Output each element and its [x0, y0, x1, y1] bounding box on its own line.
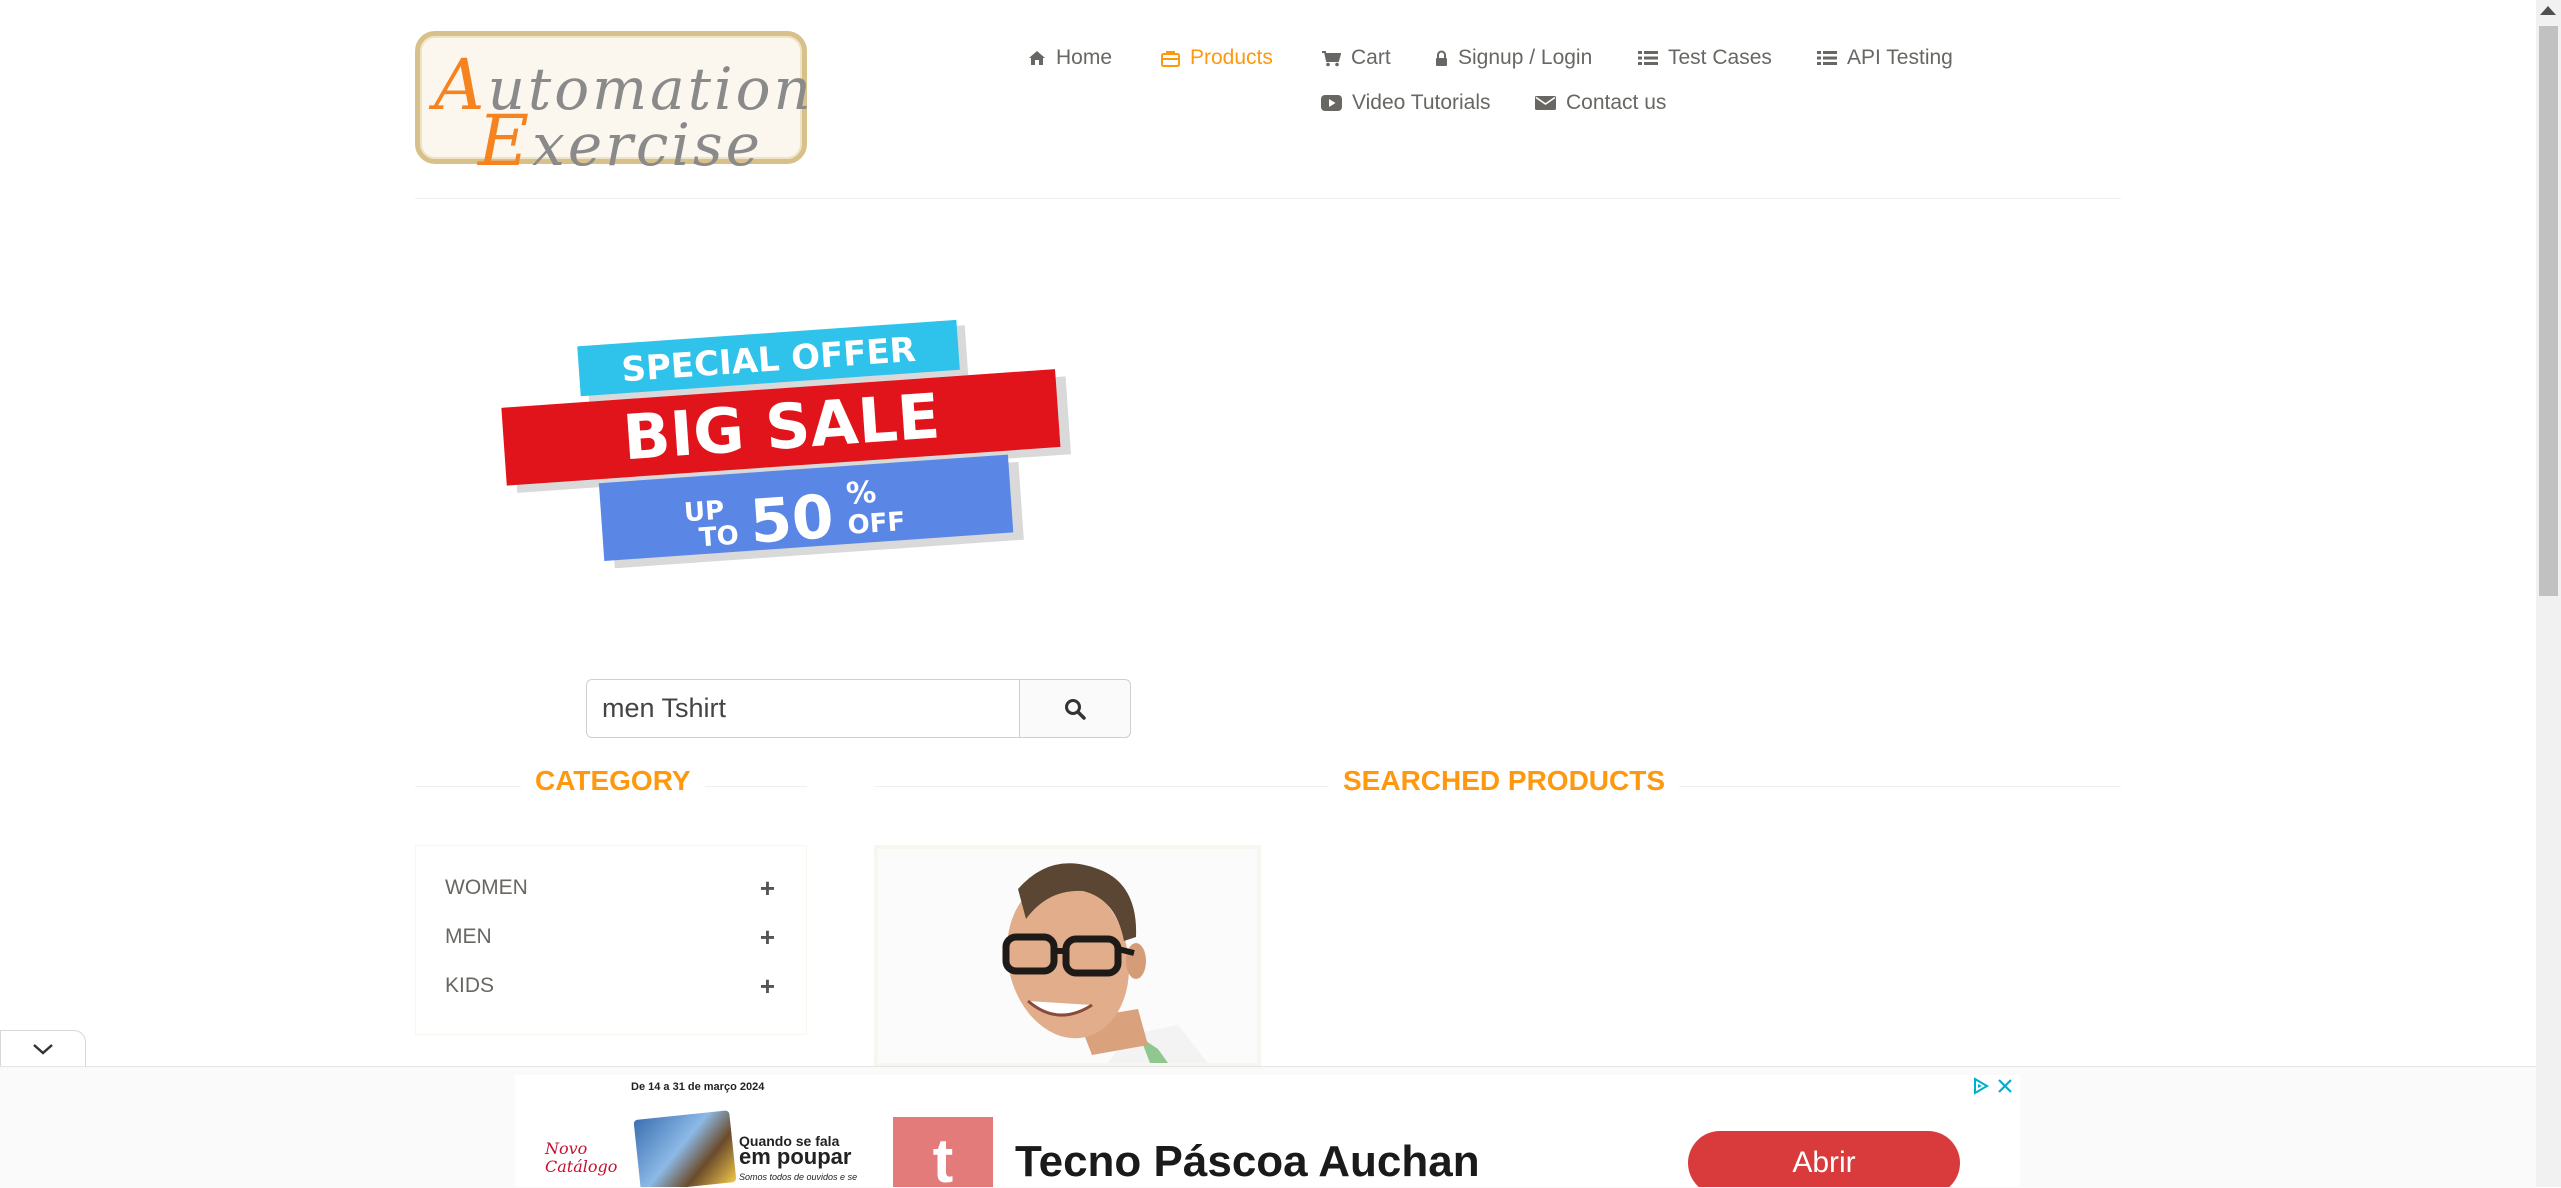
banner-off: OFF — [847, 507, 907, 541]
close-ad-icon[interactable] — [1997, 1078, 2013, 1094]
logo-line-2: Exercise — [478, 100, 763, 182]
envelope-icon — [1535, 96, 1556, 110]
nav-test-cases-label: Test Cases — [1668, 46, 1772, 69]
nav-home[interactable]: Home — [1028, 46, 1112, 70]
scroll-up-arrow-icon[interactable] — [2540, 6, 2556, 15]
home-icon — [1029, 51, 1045, 65]
nav-signup-login-label: Signup / Login — [1458, 46, 1593, 69]
ad-slogan: Quando se fala em poupar Somos todos de ou… — [739, 1133, 858, 1182]
nav-api-testing[interactable]: API Testing — [1817, 46, 1953, 70]
expand-plus-icon[interactable]: + — [760, 922, 775, 953]
chevron-down-icon — [33, 1043, 53, 1055]
banner-to: TO — [698, 521, 740, 554]
ad-brand-logo: t — [893, 1117, 993, 1187]
ad-open-button[interactable]: Abrir — [1688, 1131, 1960, 1187]
category-panel: WOMEN + MEN + KIDS + — [415, 845, 807, 1035]
searched-products-title: SEARCHED PRODUCTS — [1329, 765, 1680, 797]
ad-new-catalog: Novo Catálogo — [545, 1139, 618, 1176]
scrollbar-thumb[interactable] — [2539, 26, 2558, 596]
search-icon — [1065, 698, 1086, 720]
nav-test-cases[interactable]: Test Cases — [1638, 46, 1772, 70]
advertisement[interactable]: De 14 a 31 de março 2024 Novo Catálogo Qu… — [515, 1075, 2020, 1187]
category-item-women[interactable]: WOMEN + — [445, 873, 775, 903]
category-item-men[interactable]: MEN + — [445, 922, 775, 952]
category-item-kids[interactable]: KIDS + — [445, 971, 775, 1001]
nav-cart-label: Cart — [1351, 46, 1391, 69]
product-image — [878, 849, 1257, 1063]
nav-api-testing-label: API Testing — [1847, 46, 1953, 69]
banner-percent-sign: % — [845, 475, 877, 512]
site-logo[interactable]: Automation Exercise — [415, 31, 811, 182]
category-label: KIDS — [445, 974, 495, 997]
nav-products-label: Products — [1190, 46, 1273, 69]
list-icon — [1817, 51, 1837, 65]
nav-products[interactable]: Products — [1161, 46, 1273, 70]
nav-cart[interactable]: Cart — [1321, 46, 1391, 70]
category-label: WOMEN — [445, 876, 528, 899]
search-button[interactable] — [1019, 679, 1131, 738]
nav-video-tutorials[interactable]: Video Tutorials — [1321, 91, 1491, 115]
category-label: MEN — [445, 925, 492, 948]
ad-catalog-image — [633, 1110, 737, 1187]
adchoices-icon[interactable] — [1972, 1077, 1990, 1095]
nav-signup-login[interactable]: Signup / Login — [1435, 46, 1592, 70]
lock-icon — [1436, 50, 1447, 66]
expand-plus-icon[interactable]: + — [760, 971, 775, 1002]
product-card[interactable] — [874, 845, 1261, 1067]
nav-home-label: Home — [1056, 46, 1113, 69]
expand-plus-icon[interactable]: + — [760, 873, 775, 904]
ad-collapse-button[interactable] — [0, 1030, 86, 1066]
header-divider — [415, 198, 2121, 199]
briefcase-icon — [1161, 50, 1180, 67]
banner-percent: 50 — [748, 482, 836, 558]
search-input[interactable] — [586, 679, 1021, 738]
list-icon — [1638, 51, 1658, 65]
category-title: CATEGORY — [521, 765, 705, 797]
ad-title: Tecno Páscoa Auchan — [1015, 1137, 1480, 1186]
nav-contact-us-label: Contact us — [1566, 91, 1667, 114]
cart-icon — [1322, 50, 1341, 66]
ad-date: De 14 a 31 de março 2024 — [631, 1081, 765, 1093]
nav-contact-us[interactable]: Contact us — [1535, 91, 1666, 115]
nav-video-tutorials-label: Video Tutorials — [1352, 91, 1491, 114]
sale-banner: SPECIAL OFFER BIG SALE UP TO 50 % OFF — [501, 319, 1071, 569]
youtube-play-icon — [1321, 95, 1342, 111]
